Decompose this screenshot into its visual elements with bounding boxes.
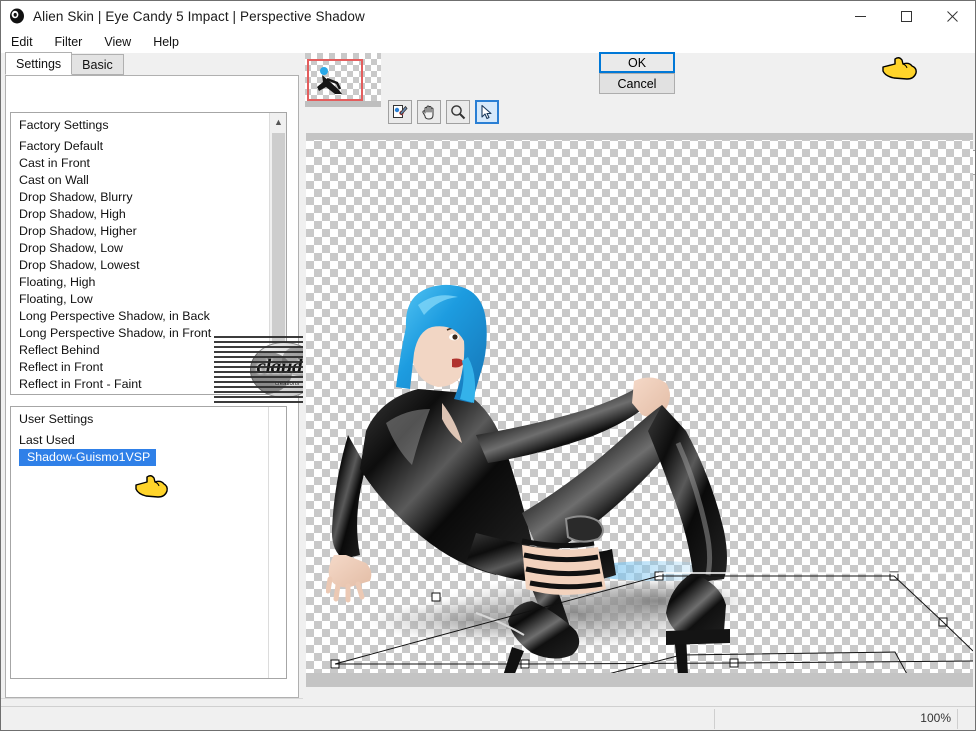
tab-basic-label: Basic (82, 57, 113, 72)
list-item[interactable]: Drop Shadow, Low (11, 240, 269, 257)
list-item: User Settings (19, 412, 94, 426)
status-separator (714, 709, 715, 729)
left-panel-bottom-edge (1, 698, 303, 699)
close-button[interactable] (929, 1, 975, 31)
cancel-button-label: Cancel (617, 76, 657, 91)
list-item-selected-wrapper: Shadow-Guismo1VSP (11, 449, 269, 471)
minimize-icon (854, 15, 866, 17)
list-item[interactable]: Factory Default (11, 138, 269, 155)
list-item[interactable]: Floating, High (11, 274, 269, 291)
list-item[interactable]: Reflect Behind (11, 342, 269, 359)
status-bar: 100% (1, 706, 975, 730)
user-settings-list-items: User Settings Last Used Shadow-Guismo1VS… (11, 407, 269, 678)
list-item[interactable]: Long Perspective Shadow, in Back (11, 308, 269, 325)
list-item[interactable]: Reflect in Front - Faint (11, 376, 269, 393)
tab-settings[interactable]: Settings (5, 52, 73, 75)
status-separator-right (957, 709, 958, 729)
handle-group (330, 571, 948, 669)
scroll-down-icon[interactable]: ▼ (270, 377, 286, 394)
window-title: Alien Skin | Eye Candy 5 Impact | Perspe… (33, 8, 365, 24)
left-settings-panel: Settings Basic Factory Settings Factory … (1, 52, 353, 730)
cancel-button[interactable]: Cancel (599, 73, 675, 94)
list-item: Factory Settings (19, 118, 109, 132)
magnifier-zoom-icon (451, 105, 466, 120)
application-window: Alien Skin | Eye Candy 5 Impact | Perspe… (0, 0, 976, 731)
menu-item-filter[interactable]: Filter (52, 33, 93, 51)
list-item[interactable]: Cast on Wall (11, 172, 269, 189)
maximize-icon (900, 10, 912, 22)
tab-strip: Settings Basic (5, 52, 124, 75)
color-picker-tool-button[interactable] (388, 100, 412, 124)
preview-toolbar (388, 100, 499, 124)
minimize-button[interactable] (837, 1, 883, 31)
menu-item-help[interactable]: Help (150, 33, 189, 51)
list-item[interactable]: Long Perspective Shadow, in Front (11, 325, 269, 342)
zoom-level-label: 100% (920, 711, 951, 725)
arrow-select-icon (481, 104, 492, 120)
scroll-up-icon[interactable]: ▲ (270, 113, 286, 130)
factory-settings-list-items: Factory Settings Factory Default Cast in… (11, 113, 269, 394)
right-preview-panel: Preview Background: None ▾ (303, 53, 975, 698)
list-item[interactable]: Drop Shadow, Blurry (11, 189, 269, 206)
menu-item-view[interactable]: View (101, 33, 141, 51)
alien-skin-icon (10, 8, 24, 24)
list-item[interactable]: Floating, Low (11, 291, 269, 308)
magnifier-zoom-tool-button[interactable] (446, 100, 470, 124)
preview-canvas[interactable] (306, 133, 973, 687)
arrow-select-tool-button[interactable] (475, 100, 499, 124)
perspective-edges (334, 575, 973, 665)
menu-bar: Edit Filter View Help (1, 31, 975, 53)
menu-item-edit[interactable]: Edit (8, 33, 43, 51)
list-item[interactable]: Last Used (11, 432, 269, 449)
scrollbar-thumb[interactable] (272, 133, 285, 368)
list-item[interactable]: Cast in Front (11, 155, 269, 172)
perspective-shadow-handles[interactable] (306, 133, 973, 687)
title-bar: Alien Skin | Eye Candy 5 Impact | Perspe… (1, 1, 975, 31)
navigator-viewport-rect[interactable] (307, 59, 363, 101)
hand-pan-tool-button[interactable] (417, 100, 441, 124)
dialog-button-group: OK Cancel (599, 52, 675, 94)
canvas-bottom-band (306, 673, 973, 687)
handle-left-mid (431, 592, 441, 602)
factory-list-scrollbar[interactable]: ▲ ▼ (269, 113, 286, 394)
color-picker-icon (393, 105, 408, 118)
factory-settings-list[interactable]: Factory Settings Factory Default Cast in… (10, 112, 287, 395)
navigator-band-bottom (305, 101, 381, 107)
hand-pan-icon (422, 105, 434, 120)
maximize-button[interactable] (883, 1, 929, 31)
list-item[interactable]: Drop Shadow, Higher (11, 223, 269, 240)
ok-button[interactable]: OK (599, 52, 675, 73)
list-item[interactable]: Drop Shadow, Lowest (11, 257, 269, 274)
tab-settings-label: Settings (16, 56, 62, 71)
user-settings-list[interactable]: User Settings Last Used Shadow-Guismo1VS… (10, 406, 287, 679)
tab-basic[interactable]: Basic (71, 54, 124, 75)
client-area: Settings Basic Factory Settings Factory … (1, 52, 975, 730)
ok-button-label: OK (627, 55, 647, 70)
list-item[interactable]: Reflect in Front (11, 359, 269, 376)
list-item[interactable]: Shadow-Guismo1VSP (19, 449, 157, 466)
user-list-divider (268, 407, 269, 678)
close-icon (946, 10, 958, 22)
list-item[interactable]: Drop Shadow, High (11, 206, 269, 223)
window-controls (837, 1, 975, 31)
